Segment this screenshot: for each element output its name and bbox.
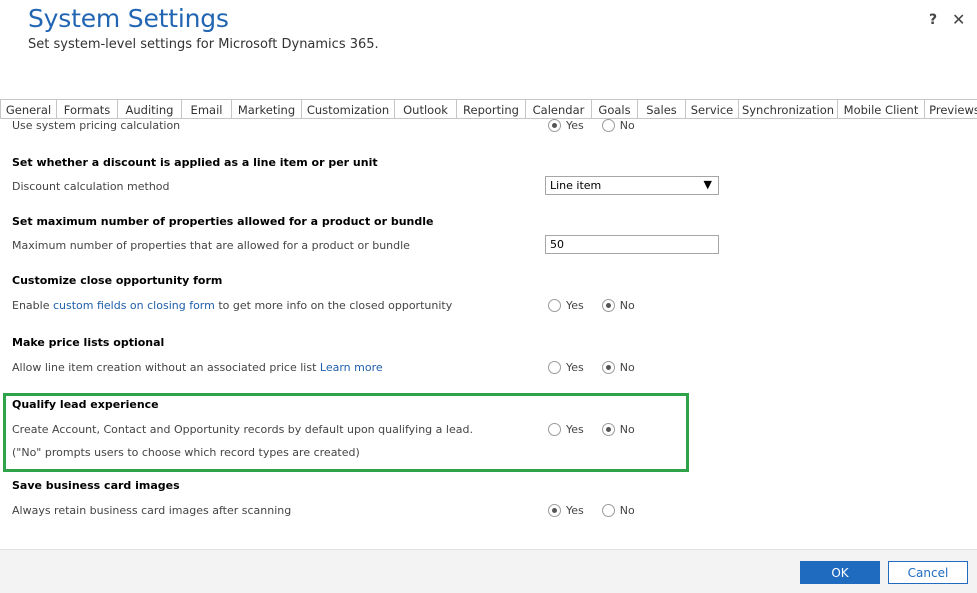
max-props-input[interactable]: 50 [545,235,719,254]
tab-marketing[interactable]: Marketing [232,99,302,118]
cancel-button[interactable]: Cancel [888,561,968,584]
ok-button[interactable]: OK [800,561,880,584]
max-props-label: Maximum number of properties that are al… [12,239,410,252]
discount-method-value: Line item [550,179,602,192]
close-opp-section-title: Customize close opportunity form [12,274,223,287]
tab-formats[interactable]: Formats [57,99,118,118]
tab-goals[interactable]: Goals [592,99,638,118]
close-opp-yes-label[interactable]: Yes [566,299,584,312]
tab-reporting[interactable]: Reporting [457,99,526,118]
qualify-lead-no-label[interactable]: No [620,423,635,436]
price-lists-no-label[interactable]: No [620,361,635,374]
tab-sales[interactable]: Sales [638,99,686,118]
settings-panel: Use system pricing calculation Yes No Se… [0,119,977,532]
pricing-no-label[interactable]: No [620,119,635,132]
discount-label: Discount calculation method [12,180,170,193]
tab-email[interactable]: Email [182,99,232,118]
close-opp-no-radio[interactable] [601,299,615,312]
close-opp-radio-group: Yes No [548,299,653,312]
custom-fields-link[interactable]: custom fields on closing form [53,299,215,312]
tab-customization[interactable]: Customization [302,99,395,118]
pricing-yes-radio[interactable] [548,119,561,132]
price-lists-section-title: Make price lists optional [12,336,165,349]
tab-synchronization[interactable]: Synchronization [739,99,838,118]
pricing-no-radio[interactable] [601,119,615,132]
tab-auditing[interactable]: Auditing [118,99,182,118]
price-lists-radio-group: Yes No [548,361,653,374]
pricing-yes-label[interactable]: Yes [566,119,584,132]
qualify-lead-yes-label[interactable]: Yes [566,423,584,436]
settings-tabs: General Formats Auditing Email Marketing… [0,99,977,119]
business-card-radio-group: Yes No [548,504,653,517]
tab-general[interactable]: General [0,99,57,118]
price-lists-label-prefix: Allow line item creation without an asso… [12,361,320,374]
close-icon[interactable]: ✕ [952,10,965,29]
business-card-no-radio[interactable] [601,504,615,517]
help-icon[interactable]: ? [929,12,937,28]
business-card-no-label[interactable]: No [620,504,635,517]
tab-outlook[interactable]: Outlook [395,99,457,118]
max-props-section-title: Set maximum number of properties allowed… [12,215,434,228]
qualify-lead-label: Create Account, Contact and Opportunity … [12,423,473,436]
close-opp-no-label[interactable]: No [620,299,635,312]
close-opp-label-suffix: to get more info on the closed opportuni… [214,299,453,312]
qualify-lead-yes-radio[interactable] [548,423,561,436]
tab-previews[interactable]: Previews [925,99,977,118]
business-card-yes-radio[interactable] [548,504,561,517]
discount-method-select[interactable]: Line item ▼ [545,176,719,195]
tab-service[interactable]: Service [686,99,739,118]
dialog-header: System Settings Set system-level setting… [0,0,977,100]
price-lists-label: Allow line item creation without an asso… [12,361,383,374]
close-opp-yes-radio[interactable] [548,299,561,312]
price-lists-yes-radio[interactable] [548,361,561,374]
tab-calendar[interactable]: Calendar [526,99,592,118]
close-opp-label: Enable custom fields on closing form to … [12,299,452,312]
price-lists-yes-label[interactable]: Yes [566,361,584,374]
pricing-label: Use system pricing calculation [12,119,181,132]
discount-section-title: Set whether a discount is applied as a l… [12,156,378,169]
learn-more-link[interactable]: Learn more [320,361,383,374]
qualify-lead-section-title: Qualify lead experience [12,398,159,411]
page-subtitle: Set system-level settings for Microsoft … [28,37,379,52]
qualify-lead-no-radio[interactable] [601,423,615,436]
price-lists-no-radio[interactable] [601,361,615,374]
tab-mobile-client[interactable]: Mobile Client [838,99,925,118]
pricing-radio-group: Yes No [548,119,653,132]
business-card-yes-label[interactable]: Yes [566,504,584,517]
page-title: System Settings [28,4,229,33]
qualify-lead-radio-group: Yes No [548,423,653,436]
close-opp-label-prefix: Enable [12,299,53,312]
chevron-down-icon: ▼ [703,178,712,191]
business-card-label: Always retain business card images after… [12,504,292,517]
qualify-lead-note: ("No" prompts users to choose which reco… [12,446,360,459]
dialog-footer: OK Cancel [0,549,977,593]
business-card-section-title: Save business card images [12,479,180,492]
